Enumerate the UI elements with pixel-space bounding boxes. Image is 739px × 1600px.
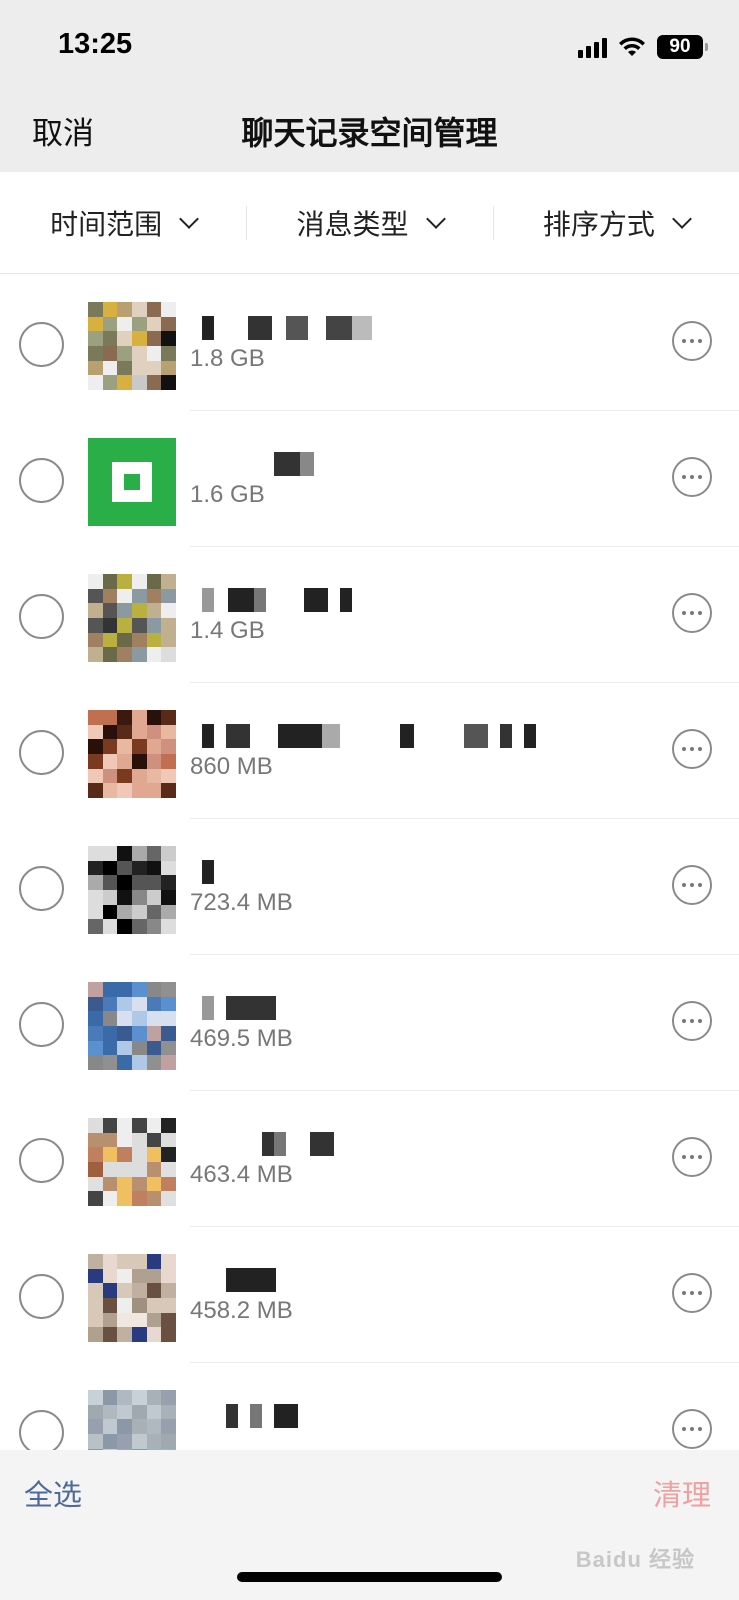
more-options-icon[interactable]	[672, 729, 712, 769]
filter-label: 消息类型	[296, 207, 409, 241]
select-radio[interactable]	[19, 322, 64, 367]
chevron-down-icon	[179, 208, 200, 229]
avatar	[88, 1118, 176, 1206]
select-radio[interactable]	[19, 458, 64, 503]
chat-row[interactable]: 1.6 GB	[0, 411, 739, 547]
chat-row[interactable]: 458.2 MB	[0, 1227, 739, 1363]
select-radio[interactable]	[19, 1002, 64, 1047]
more-options-icon[interactable]	[672, 1137, 712, 1177]
filter-label: 时间范围	[50, 207, 163, 241]
avatar	[88, 710, 176, 798]
wifi-icon	[619, 37, 645, 56]
chat-storage-size: 1.8 GB	[190, 345, 265, 372]
chat-storage-size: 469.5 MB	[190, 1025, 293, 1052]
more-options-icon[interactable]	[672, 1273, 712, 1313]
chat-row[interactable]: 1.4 GB	[0, 547, 739, 683]
more-options-icon[interactable]	[672, 457, 712, 497]
chat-row[interactable]: 463.4 MB	[0, 1091, 739, 1227]
chat-row[interactable]: 1.8 GB	[0, 275, 739, 411]
chat-name-pixelated	[202, 315, 372, 341]
avatar	[88, 574, 176, 662]
chat-name-pixelated	[202, 723, 536, 749]
avatar	[88, 982, 176, 1070]
more-options-icon[interactable]	[672, 593, 712, 633]
filter-sort-order[interactable]: 排序方式	[492, 172, 739, 273]
home-indicator	[237, 1572, 502, 1582]
chat-name-pixelated	[202, 859, 214, 885]
chevron-down-icon	[671, 208, 692, 229]
top-bar: 13:25 90 取消 聊天记录空间管理	[0, 0, 739, 172]
filter-label: 排序方式	[542, 207, 655, 241]
select-radio[interactable]	[19, 1138, 64, 1183]
avatar	[88, 846, 176, 934]
avatar	[88, 1254, 176, 1342]
chat-row[interactable]: 469.5 MB	[0, 955, 739, 1091]
chat-storage-size: 860 MB	[190, 753, 273, 780]
chat-storage-size: 463.4 MB	[190, 1161, 293, 1188]
chat-name-pixelated	[202, 451, 314, 477]
cellular-signal-icon	[578, 36, 607, 58]
avatar	[88, 1390, 176, 1450]
select-radio[interactable]	[19, 730, 64, 775]
status-icons: 90	[578, 32, 708, 62]
avatar	[88, 302, 176, 390]
filter-message-type[interactable]: 消息类型	[246, 172, 492, 273]
select-radio[interactable]	[19, 1410, 64, 1450]
status-time: 13:25	[58, 28, 133, 60]
chat-name-pixelated	[202, 587, 352, 613]
select-all-button[interactable]: 全选	[24, 1472, 82, 1514]
filter-time-range[interactable]: 时间范围	[0, 172, 246, 273]
chat-row[interactable]: 860 MB	[0, 683, 739, 819]
filter-bar: 时间范围 消息类型 排序方式	[0, 172, 739, 274]
chat-list: 1.8 GB 1.6 GB 1.4 GB 860 MB 723.4 MB 469…	[0, 275, 739, 1450]
more-options-icon[interactable]	[672, 865, 712, 905]
chat-row[interactable]	[0, 1363, 739, 1450]
chat-storage-size: 723.4 MB	[190, 889, 293, 916]
battery-icon: 90	[657, 35, 708, 59]
chat-name-pixelated	[202, 1131, 334, 1157]
more-options-icon[interactable]	[672, 1001, 712, 1041]
more-options-icon[interactable]	[672, 321, 712, 361]
chat-name-pixelated	[202, 1267, 276, 1293]
chat-storage-size: 1.4 GB	[190, 617, 265, 644]
clean-button[interactable]: 清理	[653, 1472, 711, 1514]
page-title: 聊天记录空间管理	[241, 114, 498, 152]
chat-row[interactable]: 723.4 MB	[0, 819, 739, 955]
chat-storage-size: 458.2 MB	[190, 1297, 293, 1324]
chat-storage-size: 1.6 GB	[190, 481, 265, 508]
chat-name-pixelated	[202, 995, 276, 1021]
chevron-down-icon	[425, 208, 446, 229]
select-radio[interactable]	[19, 594, 64, 639]
avatar	[88, 438, 176, 526]
select-radio[interactable]	[19, 866, 64, 911]
select-radio[interactable]	[19, 1274, 64, 1319]
more-options-icon[interactable]	[672, 1409, 712, 1449]
chat-name-pixelated	[202, 1403, 298, 1429]
watermark: Baidu 经验	[575, 1547, 695, 1572]
